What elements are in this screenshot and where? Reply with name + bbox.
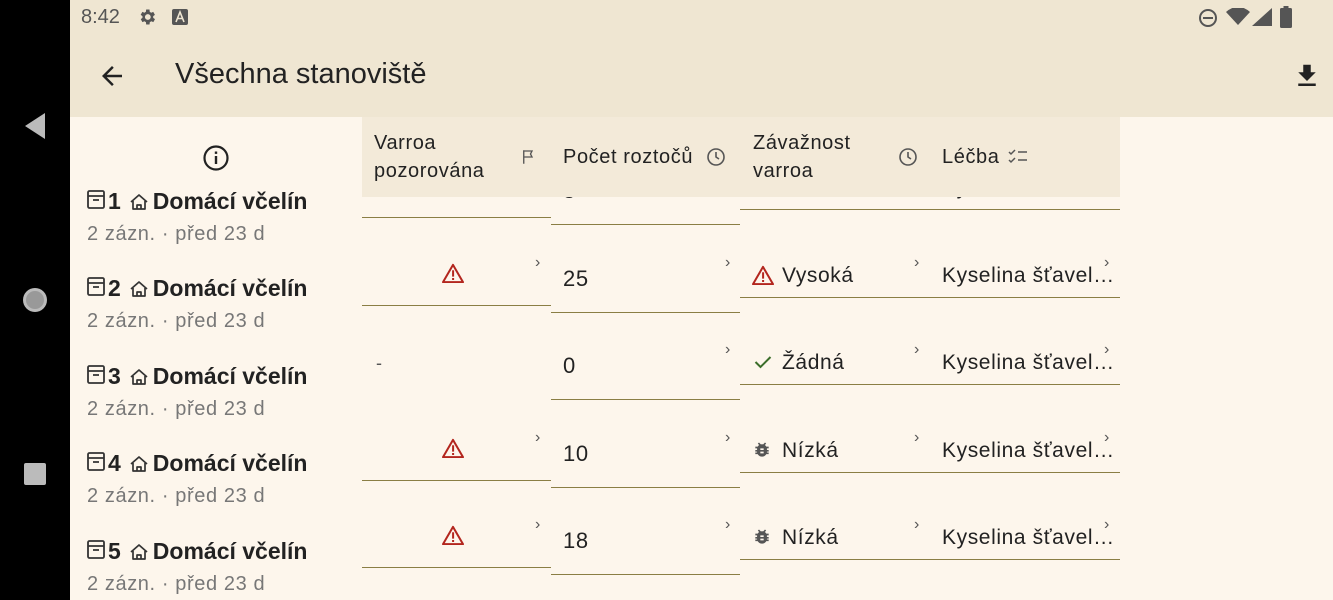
- column-header-label: Závažnost: [753, 132, 851, 154]
- status-time: 8:42: [81, 6, 120, 28]
- treatment-label: Kyselina šťavel…: [942, 526, 1115, 549]
- clock-icon: [898, 147, 918, 172]
- wifi-icon: [1226, 7, 1250, 31]
- checklist-icon: [1008, 148, 1028, 171]
- chevron-right-icon: ›: [914, 516, 920, 533]
- home-circle-icon[interactable]: [0, 284, 70, 316]
- apiary-home-icon: [129, 543, 149, 561]
- keyboard-a-icon: [172, 9, 188, 30]
- download-icon: [1298, 64, 1316, 86]
- cell-treatment[interactable]: Kyselina šťavel…›: [930, 514, 1120, 560]
- apiary-name: Domácí včelín: [152, 538, 308, 564]
- column-header-label: Počet roztočů: [563, 146, 694, 168]
- chevron-right-icon: ›: [1104, 516, 1110, 533]
- bug-icon: [752, 527, 772, 552]
- hive-subtitle: 2 zázn. · před 23 d: [87, 573, 266, 595]
- warning-icon: [442, 525, 464, 550]
- chevron-right-icon: ›: [725, 516, 731, 533]
- column-header-severity[interactable]: Závažnost varroa: [753, 117, 883, 197]
- table-header: Varroa pozorována Počet roztočů Závažnost…: [362, 117, 1120, 197]
- recents-square-icon[interactable]: [0, 460, 70, 488]
- column-header-varroa-observed[interactable]: Varroa pozorována: [374, 117, 524, 197]
- hive-box-icon: [87, 538, 105, 565]
- clock-icon: [706, 147, 726, 172]
- chevron-right-icon: ›: [535, 516, 541, 533]
- back-triangle-icon[interactable]: [0, 110, 70, 142]
- cell-varroa-observed[interactable]: ›: [362, 514, 551, 568]
- flag-icon: [520, 148, 538, 171]
- hive-number: 5: [108, 538, 121, 564]
- arrow-left-icon: [102, 66, 122, 86]
- app-window: 8:42 Všechna stanoviště Varroa pozorován…: [70, 0, 1333, 600]
- app-bar: Všechna stanoviště: [70, 36, 1333, 117]
- system-navigation-bar: [0, 0, 70, 600]
- settings-gear-icon: [137, 7, 157, 32]
- back-button[interactable]: [92, 56, 132, 96]
- cell-mite-count[interactable]: 18 ›: [551, 514, 740, 575]
- status-bar: 8:42: [70, 0, 1333, 36]
- signal-icon: [1252, 8, 1272, 31]
- cell-severity[interactable]: Nízká ›: [740, 514, 930, 560]
- column-header-label: varroa: [753, 160, 814, 182]
- mite-count: 18: [563, 528, 589, 553]
- do-not-disturb-icon: [1198, 8, 1218, 33]
- column-header-label: Léčba: [942, 146, 1000, 168]
- hive-name[interactable]: 5 Domácí včelín: [87, 538, 307, 565]
- column-header-label: Varroa: [374, 132, 437, 154]
- download-button[interactable]: [1287, 56, 1327, 96]
- severity-label: Nízká: [782, 526, 839, 549]
- column-header-treatment[interactable]: Léčba: [942, 117, 1012, 197]
- page-title: Všechna stanoviště: [175, 58, 427, 90]
- battery-icon: [1280, 6, 1292, 33]
- column-header-mite-count[interactable]: Počet roztočů: [563, 117, 713, 197]
- column-header-label: pozorována: [374, 160, 485, 182]
